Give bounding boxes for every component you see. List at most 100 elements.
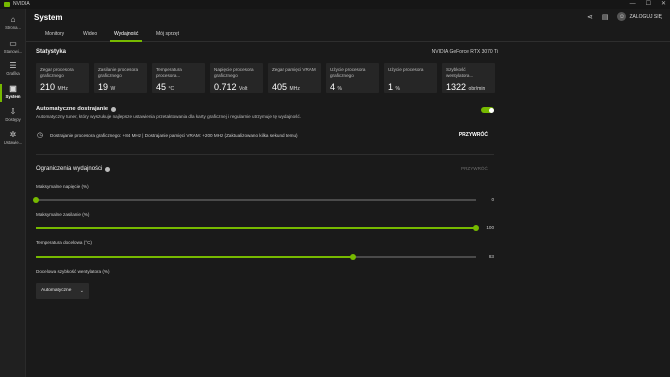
target-temp-value: 83 <box>488 254 494 259</box>
sidebar-item-home[interactable]: ⌂ Strona... <box>0 13 26 35</box>
stat-value: 19 <box>98 82 109 92</box>
tab-performance[interactable]: Wydajność <box>109 31 143 42</box>
stat-value: 1 <box>388 82 394 92</box>
notifications-icon[interactable]: ▤ <box>602 13 609 21</box>
stat-card-vram-clock: Zegar pamięci VRAM 405 MHz <box>268 63 321 93</box>
sidebar-item-label: Ustawie... <box>3 140 23 145</box>
max-power-value: 100 <box>486 225 494 230</box>
sidebar-item-settings[interactable]: ✲ Ustawie... <box>0 128 26 150</box>
max-voltage-slider[interactable] <box>33 196 476 204</box>
desktop-icon: ▭ <box>9 39 17 48</box>
slider-fill <box>36 227 476 229</box>
tab-monitors[interactable]: Monitory <box>45 31 64 37</box>
restore-limits-button[interactable]: PRZYWRÓĆ <box>461 166 488 171</box>
avatar: ☺ <box>617 12 627 21</box>
auto-tuning-toggle[interactable] <box>481 107 494 113</box>
clock-icon: ◷ <box>37 132 44 139</box>
slider-track <box>36 199 476 201</box>
max-voltage-label: Maksymalne napięcie (%) <box>36 184 89 189</box>
slider-fill <box>36 256 353 258</box>
sidebar-item-system[interactable]: ▣ System <box>0 82 26 104</box>
close-button[interactable]: ✕ <box>661 0 666 9</box>
performance-limits-heading: Ograniczenia wydajności <box>36 166 103 172</box>
stat-unit: Volt <box>239 86 248 92</box>
stat-value: 4 <box>330 82 336 92</box>
slider-thumb[interactable] <box>473 224 479 231</box>
stat-unit: MHz <box>57 86 68 92</box>
sidebar-item-downloads[interactable]: ⇩ Dostępy <box>0 105 26 127</box>
stat-card-gpu-power: Zasilanie procesora graficznego 19 W <box>94 63 147 93</box>
performance-limits-title: Ograniczenia wydajności <box>36 166 111 172</box>
stat-card-gpu-clock: Zegar procesora graficznego 210 MHz <box>36 63 89 93</box>
login-label: ZALOGUJ SIĘ <box>629 13 662 20</box>
auto-tuning-description: Automatyczny tuner, który wyszukuje najl… <box>36 114 302 119</box>
home-icon: ⌂ <box>10 15 16 24</box>
tab-video[interactable]: Wideo <box>83 31 97 37</box>
sidebar-item-label: Strona... <box>5 25 21 30</box>
stat-unit: % <box>395 86 400 92</box>
stat-label: Zegar procesora graficznego <box>40 67 74 78</box>
stat-unit: obr/min <box>468 86 486 92</box>
maximize-button[interactable]: ☐ <box>646 0 651 9</box>
slider-thumb[interactable] <box>33 196 39 203</box>
nvidia-logo-icon <box>4 1 10 7</box>
info-icon[interactable] <box>111 106 117 112</box>
tuning-status-text: Dostrajanie procesora graficznego: +84 M… <box>50 133 298 138</box>
auto-tuning-heading: Automatyczne dostrajanie <box>36 106 109 112</box>
restore-tuning-button[interactable]: PRZYWRÓĆ <box>459 132 488 138</box>
login-button[interactable]: ☺ ZALOGUJ SIĘ <box>617 12 662 21</box>
stat-unit: % <box>337 86 342 92</box>
sidebar: ⌂ Strona... ▭ Stanowi... ☰ Grafika ▣ Sys… <box>0 9 26 377</box>
system-icon: ▣ <box>9 84 17 93</box>
stat-value: 1322 <box>446 82 467 92</box>
target-temp-label: Temperatura docelowa (°C) <box>36 240 92 245</box>
target-temp-slider[interactable] <box>36 253 476 261</box>
tab-my-hardware[interactable]: Mój sprzęt <box>156 31 179 37</box>
stat-unit: MHz <box>289 86 300 92</box>
sliders-icon: ☰ <box>9 61 17 70</box>
stat-label: Szybkość wentylatora... <box>446 67 474 78</box>
sidebar-item-graphics[interactable]: ☰ Grafika <box>0 59 26 81</box>
stat-label: Napięcie procesora graficznego <box>214 67 254 78</box>
sidebar-item-label: Stanowi... <box>3 49 23 54</box>
max-voltage-value: 0 <box>491 197 494 202</box>
sidebar-item-label: Dostępy <box>5 117 21 122</box>
stat-card-fan-speed: Szybkość wentylatora... 1322 obr/min <box>442 63 495 93</box>
sidebar-item-desktop[interactable]: ▭ Stanowi... <box>0 37 26 59</box>
stat-unit: °C <box>168 86 175 92</box>
gear-icon: ✲ <box>9 130 17 139</box>
stat-label: Zegar pamięci VRAM <box>272 67 316 72</box>
sidebar-item-label: System <box>5 94 21 99</box>
stat-label: Użycie procesora <box>388 67 424 72</box>
sidebar-item-label: Grafika <box>6 71 20 76</box>
stat-value: 405 <box>272 82 288 92</box>
stat-value: 45 <box>156 82 167 92</box>
tuning-status-row: ◷ Dostrajanie procesora graficznego: +84… <box>36 129 494 143</box>
page-header: System ⋖ ▤ ☺ ZALOGUJ SIĘ <box>26 9 670 27</box>
gpu-name: NVIDIA GeForce RTX 3070 Ti <box>431 49 498 55</box>
max-power-slider[interactable] <box>36 224 479 232</box>
fan-speed-label: Docelowa szybkość wentylatora (%) <box>36 269 110 274</box>
title-bar: NVIDIA — ☐ ✕ <box>0 0 670 9</box>
page-title: System <box>34 13 63 22</box>
chevron-down-icon: ⌄ <box>79 288 84 294</box>
tab-bar: Monitory Wideo Wydajność Mój sprzęt <box>26 28 670 42</box>
fan-speed-dropdown[interactable]: Automatyczne ⌄ <box>36 283 89 299</box>
download-icon: ⇩ <box>9 107 17 116</box>
stat-value: 0.712 <box>214 82 237 92</box>
info-icon[interactable] <box>105 166 111 172</box>
section-divider <box>36 154 494 155</box>
stat-label: Użycie procesora graficznego <box>330 67 366 78</box>
share-icon[interactable]: ⋖ <box>587 13 593 21</box>
minimize-button[interactable]: — <box>630 0 636 9</box>
stat-card-cpu-usage: Użycie procesora 1 % <box>384 63 437 93</box>
app-title: NVIDIA <box>4 1 30 7</box>
stat-card-gpu-temp: Temperatura procesora... 45 °C <box>152 63 205 93</box>
slider-thumb[interactable] <box>349 253 356 260</box>
stat-label: Temperatura procesora... <box>156 67 182 78</box>
stats-title: Statystyka <box>36 49 67 55</box>
stat-unit: W <box>110 86 116 92</box>
app-name: NVIDIA <box>13 1 30 7</box>
fan-speed-selected: Automatyczne <box>41 288 72 293</box>
stat-card-gpu-usage: Użycie procesora graficznego 4 % <box>326 63 379 93</box>
